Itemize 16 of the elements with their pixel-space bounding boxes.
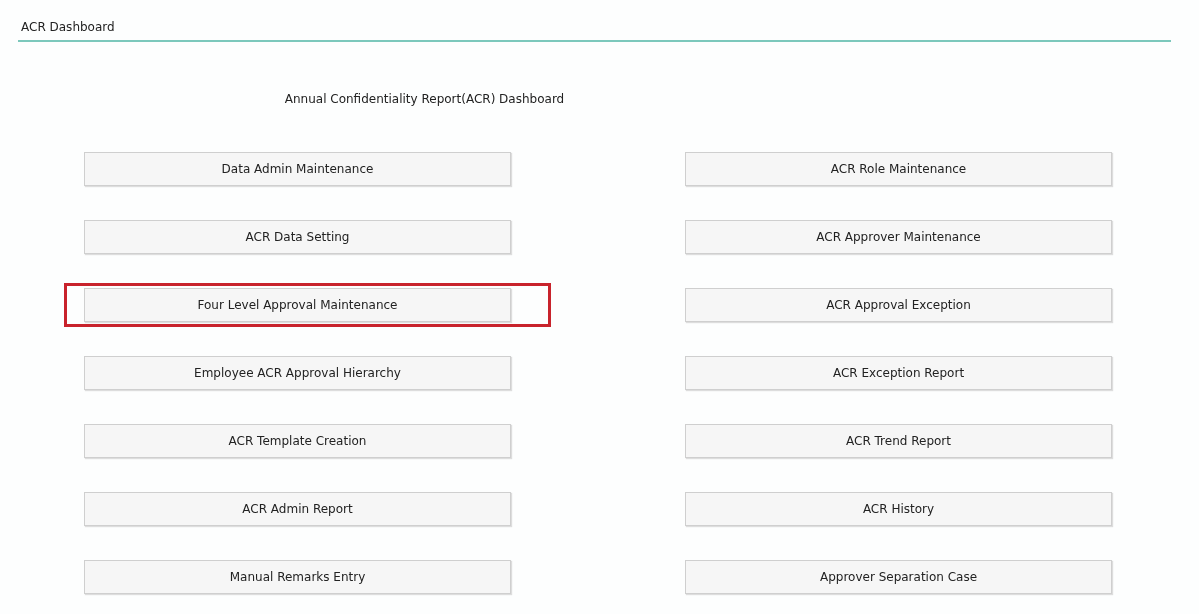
menu-button[interactable]: ACR Admin Report	[84, 492, 511, 526]
menu-button[interactable]: ACR Trend Report	[685, 424, 1112, 458]
menu-button[interactable]: Approver Separation Case	[685, 560, 1112, 594]
dashboard-heading: Annual Confidentiality Report(ACR) Dashboard	[284, 91, 565, 108]
page-tab[interactable]: ACR Dashboard	[18, 18, 115, 36]
menu-button[interactable]: Employee ACR Approval Hierarchy	[84, 356, 511, 390]
menu-button[interactable]: Four Level Approval Maintenance	[84, 288, 511, 322]
menu-button[interactable]: ACR Template Creation	[84, 424, 511, 458]
menu-button[interactable]: Manual Remarks Entry	[84, 560, 511, 594]
menu-button[interactable]: ACR Approver Maintenance	[685, 220, 1112, 254]
menu-button[interactable]: ACR Data Setting	[84, 220, 511, 254]
menu-button[interactable]: ACR Role Maintenance	[685, 152, 1112, 186]
menu-button[interactable]: ACR History	[685, 492, 1112, 526]
menu-button[interactable]: ACR Exception Report	[685, 356, 1112, 390]
menu-button[interactable]: Data Admin Maintenance	[84, 152, 511, 186]
menu-button[interactable]: ACR Approval Exception	[685, 288, 1112, 322]
